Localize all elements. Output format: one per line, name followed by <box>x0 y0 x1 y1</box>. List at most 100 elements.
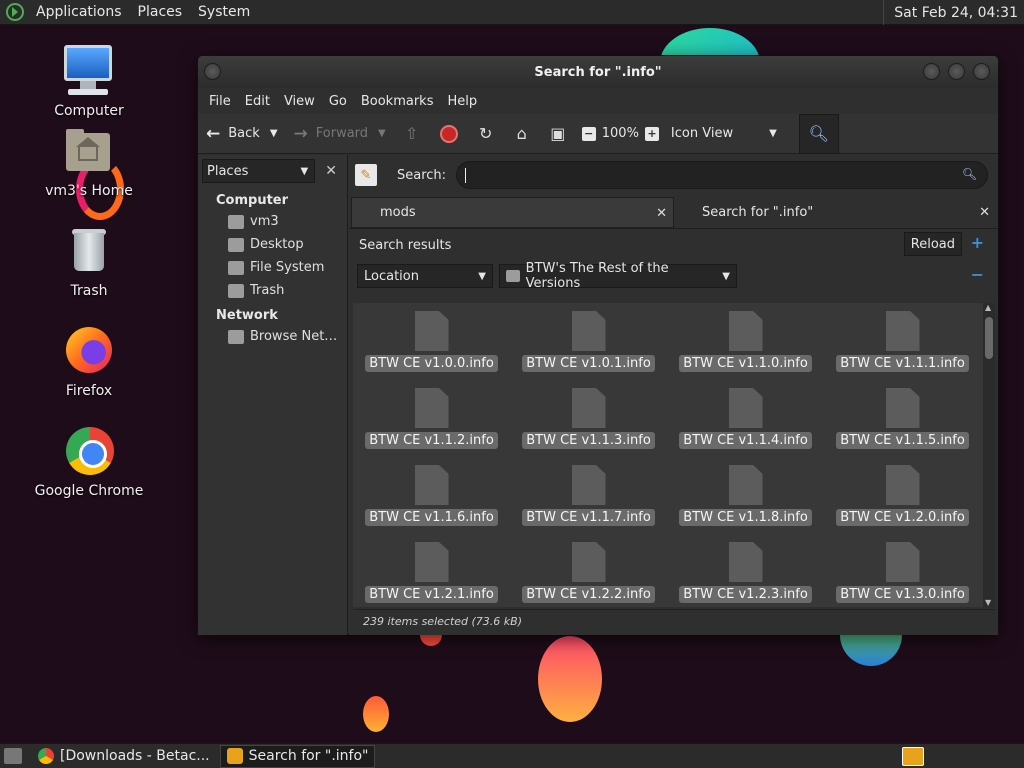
menu-go[interactable]: Go <box>322 94 354 109</box>
desktop-icon-firefox[interactable]: Firefox <box>34 325 144 399</box>
zoom-out-icon[interactable]: − <box>581 126 596 141</box>
view-mode-label: Icon View <box>670 126 734 141</box>
file-icon-view[interactable]: BTW CE v1.0.0.info BTW CE v1.0.1.info BTW … <box>353 303 983 607</box>
forward-history-dropdown[interactable]: ▼ <box>378 128 386 139</box>
document-icon <box>728 465 763 505</box>
document-icon <box>571 465 606 505</box>
vertical-scrollbar[interactable]: ▲ ▼ <box>983 303 995 607</box>
scroll-down-icon[interactable]: ▼ <box>985 598 991 607</box>
home-icon[interactable]: ⌂ <box>512 124 532 143</box>
window-titlebar[interactable]: Search for ".info" <box>198 56 998 88</box>
file-item[interactable]: BTW CE v1.1.8.info <box>667 465 824 542</box>
scroll-up-icon[interactable]: ▲ <box>985 303 991 312</box>
reload-icon[interactable]: ↻ <box>476 124 496 143</box>
reload-button[interactable]: Reload <box>903 232 962 256</box>
file-item[interactable]: BTW CE v1.1.6.info <box>353 465 510 542</box>
desktop-icon-trash[interactable]: Trash <box>34 225 144 299</box>
sidebar-item-vm3[interactable]: vm3 <box>198 210 347 233</box>
up-arrow-icon[interactable]: ⇧ <box>402 124 422 143</box>
maximize-button[interactable] <box>948 63 965 80</box>
remove-criterion-icon[interactable]: − <box>971 265 984 284</box>
file-item[interactable]: BTW CE v1.1.2.info <box>353 388 510 465</box>
status-bar: 239 items selected (73.6 kB) <box>353 609 995 633</box>
file-item[interactable]: BTW CE v1.2.0.info <box>824 465 981 542</box>
file-item[interactable]: BTW CE v1.1.4.info <box>667 388 824 465</box>
desktop-icon-chrome[interactable]: Google Chrome <box>34 425 144 499</box>
close-tab-icon[interactable]: ✕ <box>979 205 990 220</box>
workspace-switcher-icon[interactable] <box>902 747 924 766</box>
zoom-level[interactable]: 100% <box>602 126 639 141</box>
taskbar-item-downloads[interactable]: [Downloads - Betac... <box>32 745 216 768</box>
close-button[interactable] <box>973 63 990 80</box>
back-history-dropdown[interactable]: ▼ <box>270 128 278 139</box>
sidebar-item-file-system[interactable]: File System <box>198 256 347 279</box>
file-item[interactable]: BTW CE v1.1.7.info <box>510 465 667 542</box>
clock[interactable]: Sat Feb 24, 04:31 <box>883 0 1024 25</box>
tab-search[interactable]: Search for ".info" ✕ <box>674 197 996 228</box>
file-item[interactable]: BTW CE v1.2.3.info <box>667 542 824 607</box>
window-menu-button[interactable] <box>204 63 221 80</box>
zoom-in-icon[interactable]: + <box>644 126 659 141</box>
show-desktop-icon[interactable] <box>4 748 22 764</box>
document-icon <box>414 465 449 505</box>
criterion-type-select[interactable]: Location ▼ <box>357 264 493 288</box>
menu-view[interactable]: View <box>277 94 322 109</box>
menu-file[interactable]: File <box>202 94 238 109</box>
forward-button[interactable]: → Forward ▼ <box>294 124 386 144</box>
desktop-icon-label: Trash <box>70 283 108 299</box>
search-label: Search: <box>397 167 447 183</box>
main-pane: ✎ Search: 🔍︎ mods ✕ Search for ".info" ✕… <box>349 155 998 635</box>
network-icon <box>228 329 244 344</box>
search-icon[interactable]: 🔍︎ <box>962 167 977 181</box>
document-icon <box>728 542 763 582</box>
places-menu[interactable]: Places <box>130 4 191 20</box>
desktop-icon-computer[interactable]: Computer <box>34 45 144 119</box>
document-icon <box>414 388 449 428</box>
sidebar-item-desktop[interactable]: Desktop <box>198 233 347 256</box>
menu-edit[interactable]: Edit <box>238 94 277 109</box>
menu-bookmarks[interactable]: Bookmarks <box>354 94 441 109</box>
file-name: BTW CE v1.0.1.info <box>522 355 655 372</box>
system-menu[interactable]: System <box>190 4 258 20</box>
search-input[interactable]: 🔍︎ <box>456 161 989 189</box>
wallpaper-shape <box>363 696 389 732</box>
file-item[interactable]: BTW CE v1.2.1.info <box>353 542 510 607</box>
file-item[interactable]: BTW CE v1.0.0.info <box>353 311 510 388</box>
close-tab-icon[interactable]: ✕ <box>656 206 667 221</box>
applications-menu[interactable]: Applications <box>28 4 130 20</box>
computer-icon[interactable]: ▣ <box>548 124 568 143</box>
file-item[interactable]: BTW CE v1.3.0.info <box>824 542 981 607</box>
file-item[interactable]: BTW CE v1.0.1.info <box>510 311 667 388</box>
desktop-icon-home[interactable]: vm3's Home <box>34 125 144 199</box>
toolbar: ← Back ▼ → Forward ▼ ⇧ ↻ ⌂ ▣ − 100% + Ic… <box>198 113 998 154</box>
search-criterion-row: Location ▼ BTW's The Rest of the Version… <box>349 261 998 291</box>
file-item[interactable]: BTW CE v1.1.3.info <box>510 388 667 465</box>
file-item[interactable]: BTW CE v1.2.2.info <box>510 542 667 607</box>
scrollbar-thumb[interactable] <box>985 317 993 359</box>
stop-icon[interactable] <box>439 124 458 143</box>
close-sidebar-icon[interactable]: ✕ <box>319 159 343 183</box>
file-item[interactable]: BTW CE v1.1.5.info <box>824 388 981 465</box>
back-button[interactable]: ← Back ▼ <box>206 124 278 144</box>
document-icon <box>414 311 449 351</box>
tab-mods[interactable]: mods ✕ <box>351 197 674 228</box>
search-toggle-button[interactable]: 🔍︎ <box>798 113 839 154</box>
document-icon <box>414 542 449 582</box>
sidebar-selector[interactable]: Places ▼ <box>202 159 316 183</box>
distro-logo-icon[interactable] <box>6 3 24 21</box>
file-item[interactable]: BTW CE v1.1.1.info <box>824 311 981 388</box>
sidebar-item-trash[interactable]: Trash <box>198 279 347 302</box>
add-criterion-icon[interactable]: + <box>971 233 984 252</box>
home-folder-icon <box>228 214 244 229</box>
file-item[interactable]: BTW CE v1.1.0.info <box>667 311 824 388</box>
taskbar-item-search[interactable]: Search for ".info" <box>219 744 376 768</box>
document-icon <box>885 388 920 428</box>
edit-location-icon[interactable]: ✎ <box>355 164 377 186</box>
sidebar-item-label: Browse Net… <box>250 329 338 344</box>
location-select[interactable]: BTW's The Rest of the Versions ▼ <box>499 261 737 291</box>
sidebar-item-browse-network[interactable]: Browse Net… <box>198 325 347 348</box>
minimize-button[interactable] <box>923 63 940 80</box>
view-mode-select[interactable]: Icon View ▼ <box>671 126 777 141</box>
menu-help[interactable]: Help <box>440 94 484 109</box>
desktop-folder-icon <box>228 237 244 252</box>
